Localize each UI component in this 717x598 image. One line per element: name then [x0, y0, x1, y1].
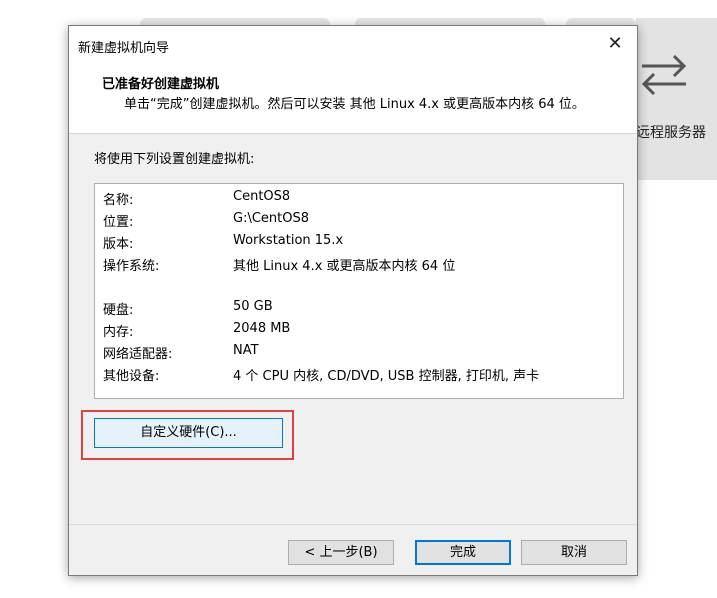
footer-divider: [69, 524, 637, 525]
summary-key: 其他设备:: [103, 369, 160, 384]
swap-arrows-icon: [641, 54, 687, 96]
title-bar[interactable]: 新建虚拟机向导 ✕: [69, 26, 637, 64]
summary-value: 4 个 CPU 内核, CD/DVD, USB 控制器, 打印机, 声卡: [233, 369, 540, 384]
remote-server-card[interactable]: 远程服务器: [636, 18, 717, 180]
settings-summary-box[interactable]: 名称: CentOS8 位置: G:\CentOS8 版本: Workstati…: [94, 183, 624, 399]
summary-value: Workstation 15.x: [233, 233, 344, 248]
summary-key: 内存:: [103, 325, 134, 340]
summary-value: G:\CentOS8: [233, 211, 310, 226]
header-title: 已准备好创建虚拟机: [102, 77, 220, 92]
summary-value: 2048 MB: [233, 321, 291, 336]
remote-server-label: 远程服务器: [636, 125, 706, 141]
summary-key: 位置:: [103, 215, 134, 230]
summary-key: 操作系统:: [103, 259, 160, 274]
settings-intro-label: 将使用下列设置创建虚拟机:: [94, 152, 255, 167]
wizard-header: 已准备好创建虚拟机 单击“完成”创建虚拟机。然后可以安装 其他 Linux 4.…: [69, 64, 637, 134]
summary-value: 其他 Linux 4.x 或更高版本内核 64 位: [233, 259, 456, 274]
new-vm-wizard-dialog: 新建虚拟机向导 ✕ 已准备好创建虚拟机 单击“完成”创建虚拟机。然后可以安装 其…: [68, 25, 638, 576]
cancel-button[interactable]: 取消: [521, 540, 627, 565]
summary-value: CentOS8: [233, 189, 291, 204]
summary-key: 硬盘:: [103, 303, 134, 318]
summary-value: NAT: [233, 343, 259, 358]
summary-key: 版本:: [103, 237, 134, 252]
finish-button[interactable]: 完成: [415, 540, 511, 565]
summary-value: 50 GB: [233, 299, 273, 314]
customize-hardware-button[interactable]: 自定义硬件(C)...: [94, 418, 283, 448]
close-icon[interactable]: ✕: [603, 32, 627, 56]
window-title: 新建虚拟机向导: [78, 41, 170, 56]
summary-key: 网络适配器:: [103, 347, 173, 362]
header-description: 单击“完成”创建虚拟机。然后可以安装 其他 Linux 4.x 或更高版本内核 …: [124, 97, 585, 112]
back-button[interactable]: < 上一步(B): [288, 540, 394, 565]
summary-key: 名称:: [103, 193, 134, 208]
